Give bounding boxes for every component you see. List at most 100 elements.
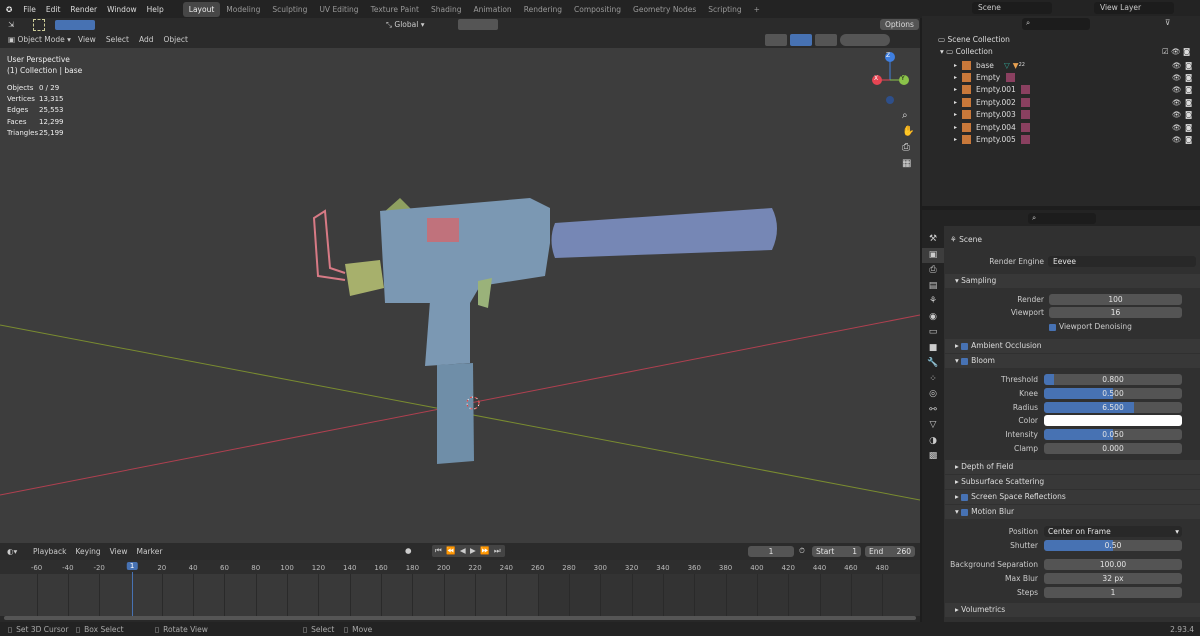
tab-geometry-nodes[interactable]: Geometry Nodes: [627, 2, 702, 17]
expand-arrow-icon[interactable]: ▸: [954, 124, 957, 131]
current-frame-field[interactable]: 1: [748, 546, 794, 557]
timeline-tracks[interactable]: [0, 572, 920, 620]
3d-viewport[interactable]: Z Y X ⌕ ✋ ⎙ ▦ User Perspective (1) Collecti…: [0, 18, 920, 543]
sampling-panel-header[interactable]: ▾ Sampling: [945, 274, 1200, 288]
properties-tab-render-icon[interactable]: ▣: [922, 247, 944, 263]
properties-tab-texture-icon[interactable]: ▩: [922, 449, 944, 465]
render-camera-icon[interactable]: ◙: [1185, 61, 1192, 70]
bloom-radius-field[interactable]: 6.500: [1044, 401, 1182, 413]
timeline-scrollbar[interactable]: [4, 616, 916, 620]
mb-position-dropdown[interactable]: Center on Frame ▾: [1044, 526, 1182, 537]
tab-scripting[interactable]: Scripting: [702, 2, 747, 17]
visibility-eye-icon[interactable]: 👁: [1172, 110, 1182, 119]
outliner-item[interactable]: ▸ Empty 👁 ◙: [922, 71, 1200, 83]
mb-shutter-slider[interactable]: 0.50: [1044, 540, 1182, 551]
tab-compositing[interactable]: Compositing: [568, 2, 627, 17]
outliner-item[interactable]: ▸ Empty.001 👁 ◙: [922, 84, 1200, 96]
ao-panel-header[interactable]: ▸ Ambient Occlusion: [945, 339, 1200, 353]
tab-rendering[interactable]: Rendering: [518, 2, 568, 17]
blender-logo-icon[interactable]: ✪: [0, 5, 18, 14]
mode-dropdown[interactable]: ▣ Object Mode ▾: [8, 35, 71, 44]
properties-search[interactable]: ⌕: [1028, 213, 1096, 224]
properties-tab-particles-icon[interactable]: ⁘: [922, 372, 944, 388]
tab-layout[interactable]: Layout: [182, 1, 221, 17]
viewport-menu-select[interactable]: Select: [106, 35, 129, 44]
properties-tab-object-icon[interactable]: ■: [922, 341, 944, 357]
frame-ruler[interactable]: -60 -40 -20 1 20 40 60 80 100 120 140 160 180 200 220 2…: [0, 560, 920, 574]
ssr-panel-header[interactable]: ▸ Screen Space Reflections: [945, 490, 1200, 504]
visibility-eye-icon[interactable]: 👁: [1172, 98, 1182, 107]
tab-uv-editing[interactable]: UV Editing: [313, 2, 364, 17]
collection-row[interactable]: ▾ ▭ Collection ☑ 👁 ◙: [940, 47, 1200, 56]
gun-model[interactable]: [312, 198, 777, 464]
properties-tab-tool-icon[interactable]: ⚒: [922, 232, 944, 248]
properties-tab-modifier-icon[interactable]: 🔧: [922, 356, 944, 372]
tab-texture-paint[interactable]: Texture Paint: [365, 2, 425, 17]
bloom-panel-header[interactable]: ▾ Bloom: [945, 354, 1200, 368]
playhead-line[interactable]: [132, 572, 134, 620]
outliner-search[interactable]: ⌕: [1022, 18, 1090, 30]
properties-tab-data-icon[interactable]: ▽: [922, 418, 944, 434]
menu-render[interactable]: Render: [65, 5, 102, 14]
mb-background-separation-field[interactable]: 100.00: [1044, 559, 1182, 570]
outliner-item[interactable]: ▸ Empty.004 👁 ◙: [922, 121, 1200, 133]
properties-tab-scene-icon[interactable]: ⚘: [922, 294, 944, 310]
select-tool-icon[interactable]: [33, 19, 45, 31]
timeline-menu-view[interactable]: View: [110, 547, 128, 556]
outliner-item[interactable]: ▸ Empty.005 👁 ◙: [922, 133, 1200, 145]
visibility-eye-icon[interactable]: 👁: [1172, 85, 1182, 94]
end-frame-field[interactable]: End 260: [865, 546, 915, 557]
properties-tab-view-layer-icon[interactable]: ▤: [922, 279, 944, 295]
record-button[interactable]: ●: [405, 546, 412, 555]
tab--[interactable]: +: [748, 2, 766, 17]
camera-icon[interactable]: ⎙: [902, 140, 914, 156]
expand-arrow-icon[interactable]: ▸: [954, 62, 957, 69]
render-camera-icon[interactable]: ◙: [1185, 98, 1192, 107]
expand-arrow-icon[interactable]: ▸: [954, 86, 957, 93]
expand-arrow-icon[interactable]: ▸: [954, 99, 957, 106]
viewport-denoising-checkbox[interactable]: Viewport Denoising: [1049, 322, 1132, 331]
bloom-clamp-field[interactable]: 0.000: [1044, 443, 1182, 454]
tab-modeling[interactable]: Modeling: [220, 2, 266, 17]
grid-icon[interactable]: ▦: [902, 156, 914, 172]
viewport-menu-view[interactable]: View: [78, 35, 96, 44]
editor-type-icon[interactable]: ◐▾: [7, 547, 17, 556]
mb-max-blur-field[interactable]: 32 px: [1044, 573, 1182, 584]
properties-tab-collection-icon[interactable]: ▭: [922, 325, 944, 341]
properties-tab-material-icon[interactable]: ◑: [922, 434, 944, 450]
viewport-canvas[interactable]: [0, 18, 920, 543]
menu-window[interactable]: Window: [102, 5, 142, 14]
scene-selector[interactable]: Scene: [972, 2, 1052, 14]
visibility-eye-icon[interactable]: 👁: [1172, 123, 1182, 132]
expand-arrow-icon[interactable]: ▸: [954, 74, 957, 81]
render-samples-field[interactable]: 100: [1049, 294, 1182, 305]
dof-panel-header[interactable]: ▸ Depth of Field: [945, 460, 1200, 474]
render-camera-icon[interactable]: ◙: [1185, 110, 1192, 119]
render-engine-dropdown[interactable]: Eevee: [1048, 256, 1196, 267]
properties-tab-physics-icon[interactable]: ◎: [922, 387, 944, 403]
bloom-intensity-field[interactable]: 0.050: [1044, 429, 1182, 441]
sss-panel-header[interactable]: ▸ Subsurface Scattering: [945, 475, 1200, 489]
scene-collection[interactable]: ▭ Scene Collection: [938, 35, 1010, 44]
volumetrics-panel-header[interactable]: ▸ Volumetrics: [945, 603, 1200, 617]
timeline-menu-keying[interactable]: Keying: [75, 547, 100, 556]
tab-shading[interactable]: Shading: [425, 2, 467, 17]
render-camera-icon[interactable]: ◙: [1185, 135, 1192, 144]
viewport-shading-controls[interactable]: [765, 34, 915, 46]
timeline-menu-marker[interactable]: Marker: [136, 547, 162, 556]
viewport-samples-field[interactable]: 16: [1049, 307, 1182, 318]
transform-tool-icon[interactable]: ⇲: [8, 20, 14, 29]
properties-tab-world-icon[interactable]: ◉: [922, 310, 944, 326]
select-mode-buttons[interactable]: [55, 20, 95, 30]
viewport-menu-add[interactable]: Add: [139, 35, 154, 44]
view-layer-selector[interactable]: View Layer: [1094, 2, 1174, 14]
viewport-menu-object[interactable]: Object: [163, 35, 187, 44]
snap-buttons[interactable]: [458, 19, 498, 30]
outliner-item[interactable]: ▸ Empty.003 👁 ◙: [922, 109, 1200, 121]
mb-steps-field[interactable]: 1: [1044, 587, 1182, 598]
visibility-eye-icon[interactable]: 👁: [1172, 135, 1182, 144]
playback-controls[interactable]: ⏮ ⏪ ◀ ▶ ⏩ ⏭: [432, 545, 505, 557]
render-camera-icon[interactable]: ◙: [1185, 73, 1192, 82]
menu-file[interactable]: File: [18, 5, 41, 14]
stopwatch-icon[interactable]: ⏱: [799, 546, 805, 556]
